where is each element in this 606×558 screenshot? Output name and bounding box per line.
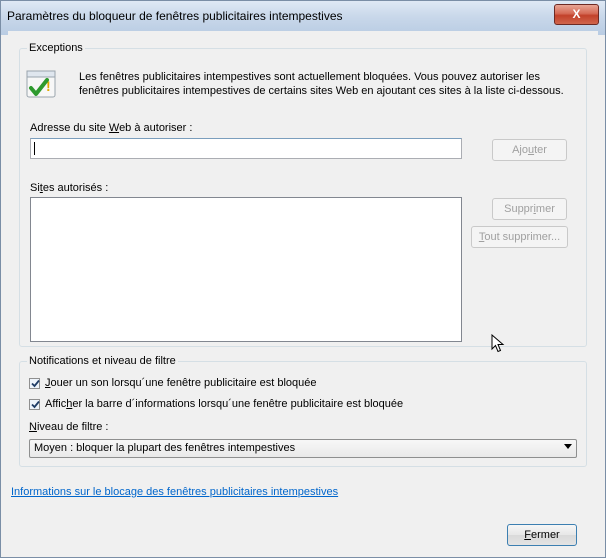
chevron-down-icon — [564, 444, 572, 449]
title-bar[interactable]: Paramètres du bloqueur de fenêtres publi… — [1, 1, 605, 35]
dialog-body: Exceptions ! Les fenêtres publicitaires … — [8, 31, 598, 551]
text-caret — [34, 142, 35, 155]
play-sound-checkbox[interactable] — [29, 378, 40, 389]
show-infobar-checkbox[interactable] — [29, 399, 40, 410]
info-text-line1: Les fenêtres publicitaires intempestives… — [79, 71, 541, 83]
add-button[interactable]: Ajouter — [492, 139, 567, 161]
allowed-sites-label: Sites autorisés : — [30, 182, 109, 194]
show-infobar-label: Afficher la barre d´informations lorsqu´… — [45, 398, 404, 410]
filter-level-select[interactable]: Moyen : bloquer la plupart des fenêtres … — [29, 439, 577, 458]
exceptions-group-label: Exceptions — [27, 42, 85, 54]
exceptions-group: Exceptions ! Les fenêtres publicitaires … — [19, 42, 587, 353]
close-button[interactable]: Fermer — [507, 524, 577, 546]
website-address-input[interactable] — [30, 138, 462, 159]
filter-level-value: Moyen : bloquer la plupart des fenêtres … — [34, 442, 296, 454]
info-text-line2: fenêtres publicitaires intempestives de … — [79, 85, 564, 97]
mouse-cursor-icon — [491, 333, 505, 354]
info-shield-icon: ! — [25, 69, 59, 101]
notifications-group: Notifications et niveau de filtre Jouer … — [19, 355, 587, 467]
notifications-group-label: Notifications et niveau de filtre — [27, 355, 178, 367]
remove-all-button[interactable]: Tout supprimer... — [471, 226, 568, 248]
allowed-sites-list[interactable] — [30, 197, 462, 342]
filter-level-label: Niveau de filtre : — [29, 421, 109, 433]
popup-blocker-settings-dialog: Paramètres du bloqueur de fenêtres publi… — [0, 0, 606, 558]
remove-button[interactable]: Supprimer — [492, 198, 567, 220]
window-title: Paramètres du bloqueur de fenêtres publi… — [7, 9, 343, 23]
window-close-button[interactable]: X — [554, 4, 599, 25]
popup-blocker-info-link[interactable]: Informations sur le blocage des fenêtres… — [11, 486, 338, 498]
play-sound-label: Jouer un son lorsqu´une fenêtre publicit… — [45, 377, 317, 389]
address-label: Adresse du site Web à autoriser : — [30, 122, 193, 134]
